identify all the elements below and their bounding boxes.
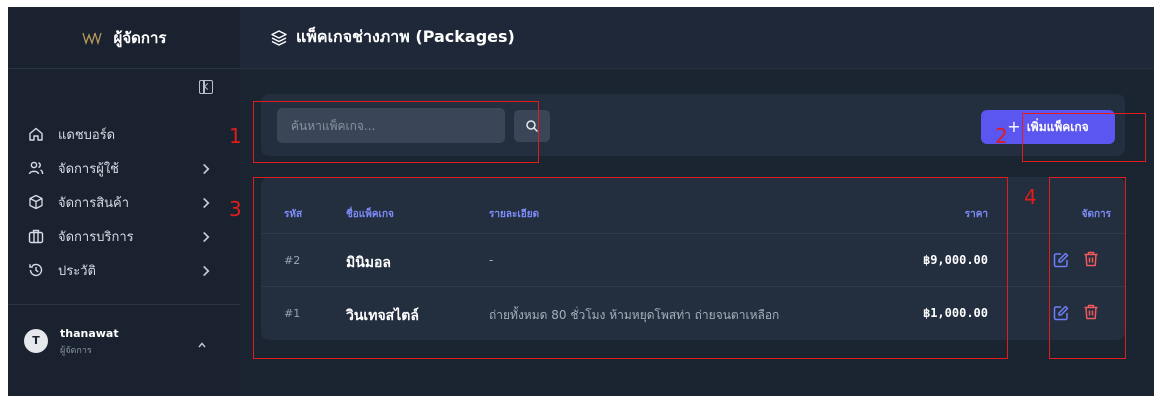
plus-icon: + (1007, 117, 1021, 136)
sidebar-item-label: จัดการบริการ (58, 229, 134, 245)
annotation-number-2: 2 (995, 124, 1008, 148)
annotation-box-3 (253, 177, 1008, 359)
brand-title: ผู้จัดการ (113, 28, 167, 47)
sidebar-item-label: จัดการสินค้า (58, 195, 130, 211)
sidebar-item-history[interactable]: ประวัติ (8, 253, 240, 287)
sidebar: ผู้จัดการ แดชบอร์ด จัดการผู้ใช้ จัดการสิ… (8, 7, 240, 396)
annotation-number-3: 3 (229, 197, 242, 221)
home-icon (29, 127, 43, 141)
sidebar-item-label: ประวัติ (58, 263, 96, 279)
box-icon (29, 194, 43, 210)
page-title: แพ็คเกจช่างภาพ (Packages) (296, 27, 515, 46)
annotation-box-4 (1049, 177, 1126, 359)
history-icon (29, 263, 43, 277)
chevron-right-icon (203, 197, 210, 209)
sidebar-collapse-icon[interactable] (199, 80, 213, 94)
brand: ผู้จัดการ (8, 7, 240, 69)
sidebar-item-products[interactable]: จัดการสินค้า (8, 185, 240, 219)
user-menu[interactable]: T thanawat ผู้จัดการ (8, 304, 240, 374)
briefcase-icon (28, 229, 44, 244)
chevron-up-icon[interactable] (196, 339, 208, 351)
user-role: ผู้จัดการ (60, 346, 92, 356)
user-name: thanawat (60, 327, 119, 340)
annotation-number-1: 1 (229, 124, 242, 148)
annotation-box-1 (253, 101, 539, 163)
sidebar-item-label: จัดการผู้ใช้ (58, 161, 120, 177)
sidebar-item-services[interactable]: จัดการบริการ (8, 219, 240, 253)
layers-icon (271, 29, 287, 46)
annotation-number-4: 4 (1024, 185, 1037, 209)
sidebar-item-dashboard[interactable]: แดชบอร์ด (8, 117, 240, 151)
chevron-right-icon (203, 265, 210, 277)
app-window: ผู้จัดการ แดชบอร์ด จัดการผู้ใช้ จัดการสิ… (8, 7, 1154, 396)
chevron-right-icon (203, 231, 210, 243)
chevron-right-icon (203, 163, 210, 175)
users-icon (28, 161, 44, 175)
sidebar-item-label: แดชบอร์ด (58, 127, 116, 143)
annotation-box-2 (1022, 113, 1146, 162)
brand-logo-icon (81, 32, 102, 45)
avatar: T (24, 329, 48, 353)
sidebar-item-users[interactable]: จัดการผู้ใช้ (8, 151, 240, 185)
page-header: แพ็คเกจช่างภาพ (Packages) (240, 7, 1154, 69)
